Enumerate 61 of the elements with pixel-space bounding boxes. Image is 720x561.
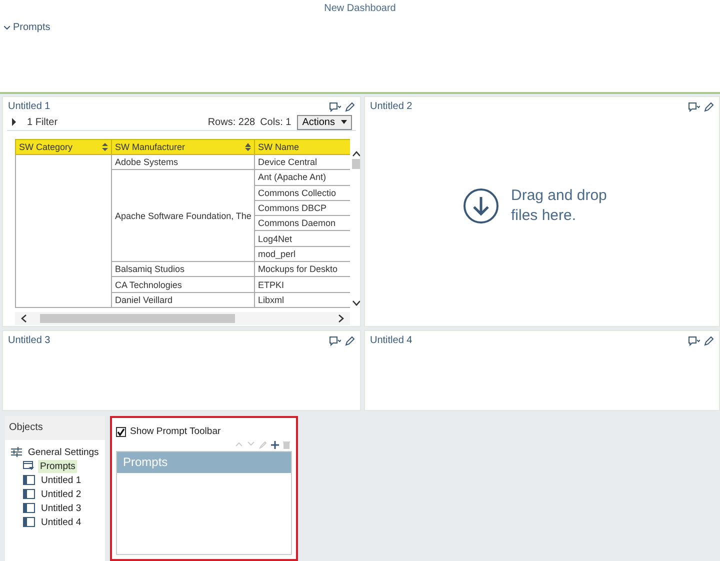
dashboard-title: New Dashboard (323, 3, 397, 14)
chevron-right-icon (338, 314, 344, 323)
chevron-down-icon (352, 300, 360, 306)
panel-title: Untitled 4 (370, 335, 412, 346)
panel-icon (23, 503, 35, 513)
column-header[interactable]: SW Category (16, 140, 112, 154)
rows-count: Rows: 228 (208, 116, 256, 128)
sort-icon (102, 143, 108, 151)
objects-title: Objects (5, 416, 105, 440)
tree-item[interactable]: Untitled 3 (39, 502, 84, 514)
comment-icon[interactable] (328, 102, 341, 112)
tree-item[interactable]: Untitled 2 (39, 488, 84, 500)
panel-title: Untitled 1 (8, 101, 50, 112)
show-toolbar-checkbox[interactable]: Show Prompt Toolbar (116, 426, 292, 437)
trash-icon (283, 441, 290, 449)
horizontal-scrollbar[interactable] (15, 312, 350, 325)
tree-item[interactable]: Untitled 1 (39, 474, 84, 486)
pencil-icon[interactable] (704, 336, 714, 346)
pencil-icon (259, 441, 267, 449)
sliders-icon (11, 447, 22, 457)
table-cell: Apache Software Foundation, The (112, 170, 254, 262)
chevron-up-icon (235, 441, 243, 447)
table-cell: Adobe Systems (112, 154, 254, 170)
cols-count: Cols: 1 (260, 116, 292, 128)
comment-icon[interactable] (687, 102, 700, 112)
filter-count: 1 Filter (27, 116, 59, 128)
tree-item[interactable]: Untitled 4 (39, 516, 84, 528)
actions-button[interactable]: Actions (297, 114, 352, 130)
tree-item[interactable]: General Settings (26, 446, 101, 458)
comment-icon[interactable] (328, 336, 341, 346)
table-cell: Daniel Veillard (112, 292, 254, 308)
tree-item[interactable]: Prompts (38, 460, 78, 472)
pencil-icon[interactable] (704, 102, 714, 112)
scrollbar-thumb[interactable] (40, 314, 235, 323)
panel-icon (23, 489, 35, 499)
chevron-up-icon (352, 151, 360, 157)
plus-icon[interactable] (271, 441, 279, 449)
pencil-icon[interactable] (345, 102, 355, 112)
scrollbar-thumb[interactable] (352, 158, 360, 168)
prompt-icon (23, 461, 34, 471)
panel-title: Untitled 2 (370, 101, 412, 112)
caret-icon (341, 120, 347, 124)
chevron-icon (4, 26, 10, 30)
chevron-left-icon (21, 314, 27, 323)
column-header[interactable]: SW Manufacturer (112, 140, 254, 154)
column-header[interactable]: SW Name (254, 140, 350, 154)
prompts-section-toggle[interactable]: Prompts (4, 22, 50, 33)
list-header: Prompts (117, 452, 291, 473)
panel-icon (23, 475, 35, 485)
table-cell: Balsamiq Studios (112, 262, 254, 277)
pencil-icon[interactable] (345, 336, 355, 346)
checkmark-icon (117, 428, 125, 436)
table-cell: CA Technologies (112, 276, 254, 292)
download-icon (463, 188, 499, 224)
chevron-down-icon (247, 441, 255, 447)
sort-icon (245, 143, 251, 151)
panel-icon (23, 517, 35, 527)
drop-message: Drag and drop files here. (511, 186, 608, 225)
comment-icon[interactable] (687, 336, 700, 346)
panel-title: Untitled 3 (8, 335, 50, 346)
expand-icon[interactable] (11, 118, 17, 126)
